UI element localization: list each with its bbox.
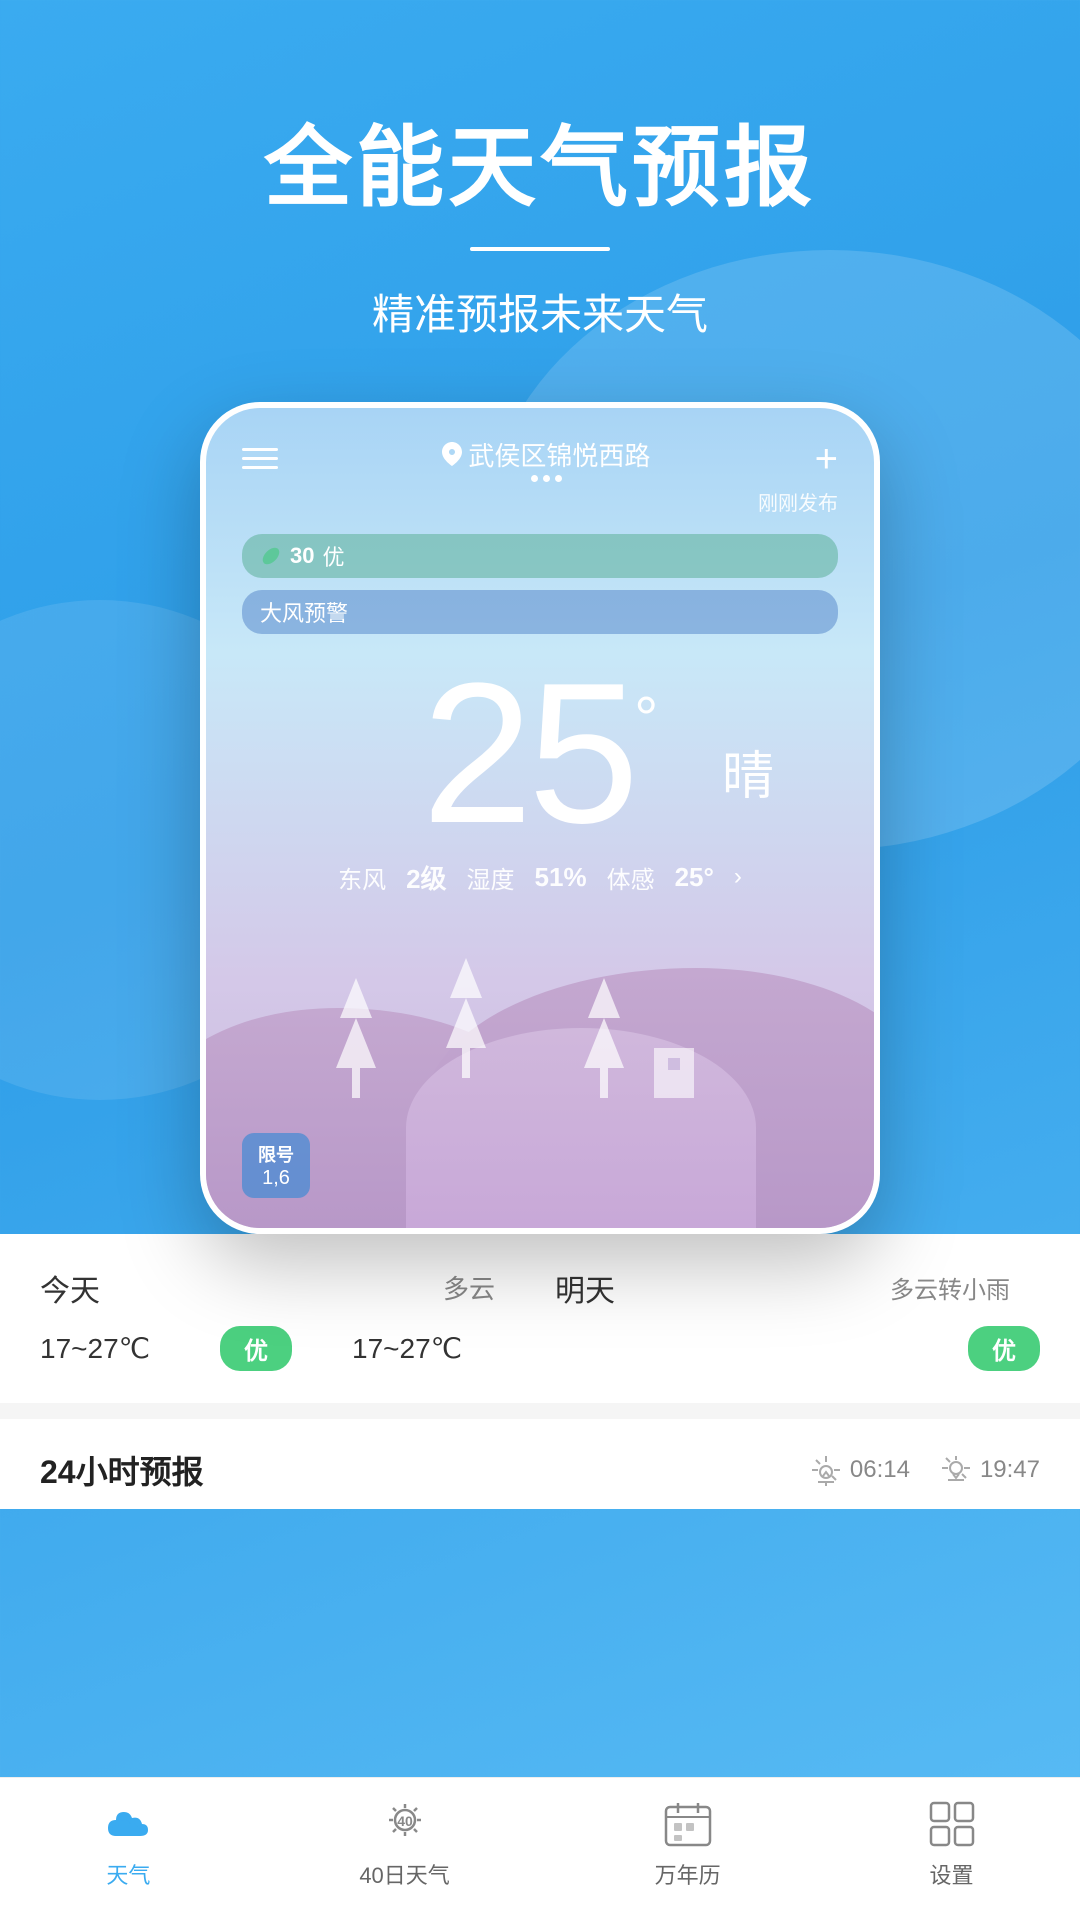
- warning-badge[interactable]: 大风预警: [242, 590, 838, 634]
- tomorrow-condition: 多云转小雨: [655, 1270, 1040, 1305]
- tomorrow-temp-range: 17~27℃: [352, 1332, 968, 1365]
- nav-calendar[interactable]: 万年历: [655, 1798, 721, 1890]
- tomorrow-air-badge: 优: [968, 1326, 1040, 1371]
- sub-title: 精准预报未来天气: [0, 281, 1080, 342]
- weather-nav-icon: [102, 1798, 154, 1850]
- building-window: [668, 1058, 680, 1070]
- license-label: 限号: [258, 1141, 294, 1167]
- sunrise-icon: [810, 1454, 842, 1486]
- nav-settings[interactable]: 设置: [926, 1798, 978, 1890]
- svg-text:40: 40: [397, 1813, 413, 1829]
- location-display[interactable]: 武侯区锦悦西路: [442, 436, 650, 482]
- tomorrow-label: 明天: [555, 1266, 655, 1310]
- phone-container: 武侯区锦悦西路 + 刚刚发布 30: [200, 402, 880, 1234]
- menu-icon[interactable]: [242, 448, 278, 469]
- bottom-navigation: 天气 40 40日天气: [0, 1777, 1080, 1920]
- tree-1: [336, 998, 376, 1098]
- sunset-icon: [940, 1454, 972, 1486]
- title-divider: [470, 247, 610, 251]
- weather-nav-label: 天气: [106, 1858, 150, 1890]
- sunset-time: 19:47: [980, 1456, 1040, 1484]
- tree-2: [446, 978, 486, 1078]
- add-location-button[interactable]: +: [815, 439, 838, 479]
- license-number: 1,6: [258, 1167, 294, 1190]
- section-divider: [0, 1403, 1080, 1419]
- sunrise-time: 06:14: [850, 1456, 910, 1484]
- weather-summary-card: 今天 多云 明天 多云转小雨 17~27℃ 优 17~27℃ 优: [0, 1234, 1080, 1403]
- calendar-icon: [664, 1799, 712, 1849]
- calendar-nav-label: 万年历: [655, 1858, 721, 1890]
- temperature-section: 25 ° 晴: [206, 634, 874, 854]
- tree-3: [584, 998, 624, 1098]
- location-name-text: 武侯区锦悦西路: [468, 436, 650, 473]
- aqi-number: 30: [290, 543, 314, 569]
- sun-info: 06:14 19:47: [810, 1454, 1040, 1486]
- phone-frame: 武侯区锦悦西路 + 刚刚发布 30: [200, 402, 880, 1234]
- nav-weather[interactable]: 天气: [102, 1798, 154, 1890]
- forecast-title: 24小时预报: [40, 1447, 204, 1493]
- landscape-scene: 限号 1,6: [206, 888, 874, 1228]
- aqi-badge[interactable]: 30 优: [242, 534, 838, 578]
- today-label: 今天: [40, 1266, 140, 1310]
- phone-header: 武侯区锦悦西路 +: [206, 408, 874, 492]
- calendar-nav-icon: [662, 1798, 714, 1850]
- temperature-number: 25: [422, 654, 634, 854]
- main-title: 全能天气预报: [0, 120, 1080, 217]
- temperature-degree: °: [634, 684, 658, 753]
- header-section: 全能天气预报 精准预报未来天气: [0, 0, 1080, 342]
- cloud-icon: [102, 1802, 154, 1846]
- phone-screen: 武侯区锦悦西路 + 刚刚发布 30: [206, 408, 874, 1228]
- today-condition: 多云: [140, 1269, 555, 1306]
- building-icon: [654, 1048, 694, 1098]
- leaf-icon: [260, 545, 282, 567]
- calendar-sun-icon: 40: [379, 1798, 431, 1850]
- warning-text: 大风预警: [260, 596, 348, 628]
- weather-condition: 晴: [722, 734, 774, 809]
- license-badge[interactable]: 限号 1,6: [242, 1133, 310, 1198]
- sunrise-item: 06:14: [810, 1454, 910, 1486]
- today-temp-range: 17~27℃: [40, 1332, 220, 1365]
- today-air-badge: 优: [220, 1326, 292, 1371]
- grid-icon: [927, 1799, 977, 1849]
- location-pin-icon: [442, 442, 462, 466]
- settings-nav-label: 设置: [930, 1858, 974, 1890]
- sunset-item: 19:47: [940, 1454, 1040, 1486]
- settings-nav-icon: [926, 1798, 978, 1850]
- forecast-header: 24小时预报 06:14: [0, 1419, 1080, 1509]
- aqi-label: 优: [322, 540, 344, 572]
- 40day-nav-label: 40日天气: [359, 1858, 449, 1890]
- nav-40day[interactable]: 40 40日天气: [359, 1798, 449, 1890]
- weather-badges: 30 优 大风预警: [206, 516, 874, 634]
- 40day-nav-icon: 40: [379, 1798, 431, 1850]
